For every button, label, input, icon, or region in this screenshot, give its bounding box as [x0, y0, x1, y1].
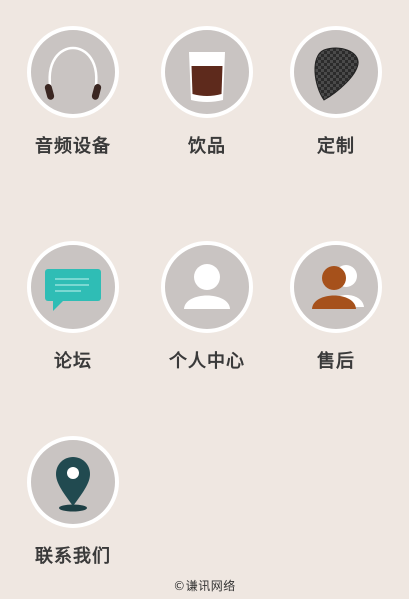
contact-circle: [27, 436, 119, 528]
chat-bubble-icon: [45, 269, 101, 311]
menu-item-aftersales[interactable]: 售后: [281, 241, 391, 373]
menu-item-label: 定制: [317, 136, 355, 157]
location-pin-icon: [56, 457, 90, 512]
menu-item-label: 售后: [317, 351, 355, 372]
guitar-pick-icon: [314, 47, 359, 101]
menu-item-forum[interactable]: 论坛: [18, 241, 128, 373]
custom-circle: [290, 26, 382, 118]
menu-item-custom[interactable]: 定制: [281, 26, 391, 158]
footer-copyright: ©谦讯网络: [173, 579, 236, 593]
menu-item-label: 论坛: [54, 351, 92, 372]
profile-circle: [161, 241, 253, 333]
menu-item-audio[interactable]: 音频设备: [18, 26, 128, 158]
headphones-icon: [44, 46, 102, 100]
menu-item-label: 音频设备: [35, 136, 111, 157]
audio-circle: [27, 26, 119, 118]
user-icon: [184, 264, 230, 309]
drinks-circle: [161, 26, 253, 118]
drink-cup-icon: [189, 52, 225, 102]
forum-circle: [27, 241, 119, 333]
users-icon: [312, 265, 364, 309]
menu-item-drinks[interactable]: 饮品: [152, 26, 262, 158]
menu-item-contact[interactable]: 联系我们: [18, 436, 128, 568]
aftersales-circle: [290, 241, 382, 333]
menu-item-profile[interactable]: 个人中心: [152, 241, 262, 373]
menu-item-label: 个人中心: [169, 351, 245, 372]
menu-item-label: 饮品: [188, 136, 226, 157]
menu-item-label: 联系我们: [35, 546, 111, 567]
